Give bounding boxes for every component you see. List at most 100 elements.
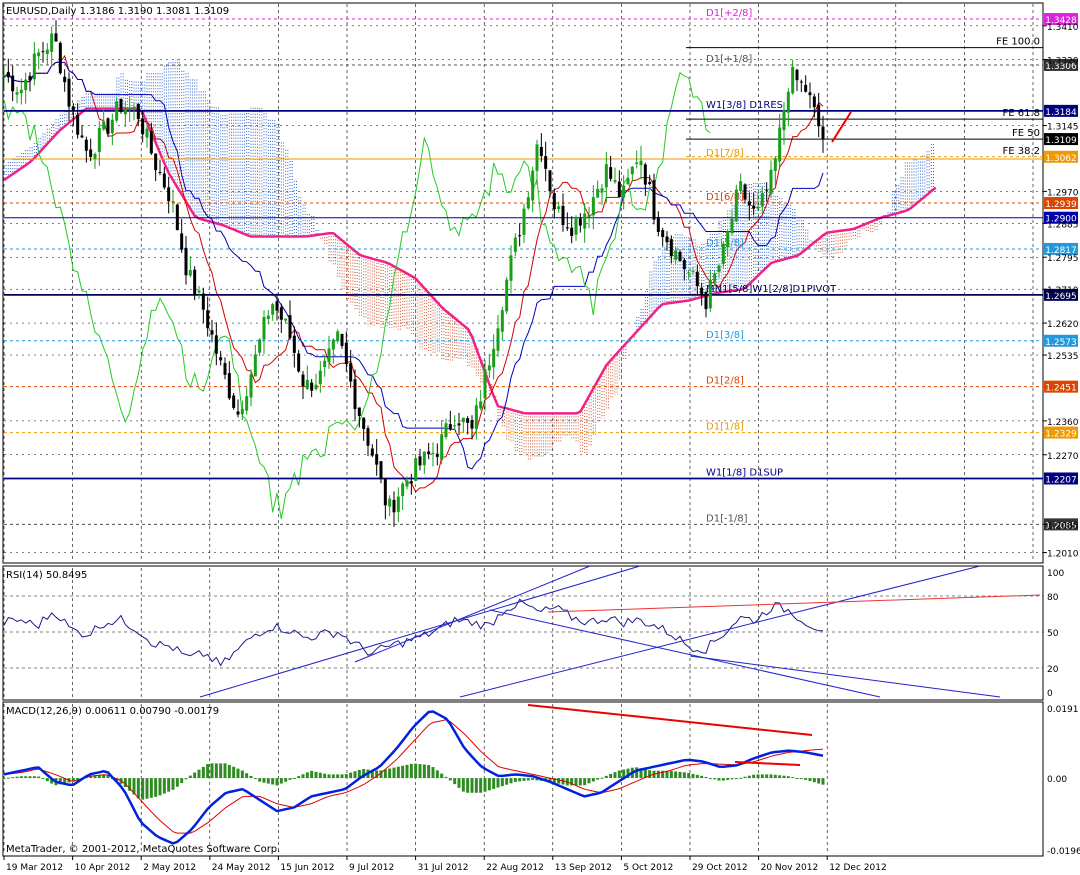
y-tick-label: 1.2970 [1047,188,1079,198]
macd-histogram-bar [453,778,457,785]
y-tick-label: 1.3320 [1047,57,1079,67]
macd-histogram-bar [19,776,23,779]
candle-body [89,149,93,157]
rsi-title: RSI(14) 50.8495 [6,570,87,581]
macd-histogram-bar [45,778,49,782]
candle-body [496,328,500,351]
price-badge-text: 1.3062 [1045,154,1077,164]
price-badge-text: 1.2207 [1045,475,1077,485]
candle-body [435,453,439,457]
macd-histogram-bar [674,771,678,779]
macd-histogram-bar [804,778,808,780]
macd-histogram-bar [487,778,491,791]
candle-body [292,335,296,353]
candle-body [812,96,816,108]
macd-histogram-bar [154,778,158,797]
macd-histogram-bar [2,778,6,780]
x-tick-label: 24 May 2012 [212,863,271,873]
macd-histogram-bar [340,774,344,779]
candle-body [804,84,808,92]
candle-body [587,215,591,218]
candle-body [427,451,431,455]
y-tick-label: 1.2270 [1047,452,1079,462]
macd-histogram-bar [821,778,825,785]
macd-histogram-bar [587,778,591,784]
candle-body [682,260,686,270]
candle-body [271,304,275,315]
main-title: EURUSD,Daily 1.3186 1.3190 1.3081 1.3109 [6,6,229,17]
macd-histogram-bar [730,778,734,780]
x-tick-label: 5 Oct 2012 [623,863,673,873]
candle-body [808,92,812,96]
copyright-text: MetaTrader, © 2001-2012, MetaQuotes Soft… [6,844,280,855]
macd-histogram-bar [11,777,15,779]
macd-histogram-bar [721,778,725,781]
macd-histogram-bar [734,778,738,780]
candle-body [652,180,656,220]
candle-body [487,365,491,371]
macd-histogram-bar [158,778,162,796]
level-label: W1[1/8] D1SUP [706,467,783,478]
macd-histogram-bar [141,778,145,800]
candle-body [756,206,760,209]
macd-histogram-bar [717,778,721,781]
macd-histogram-bar [591,778,595,782]
candle-body [539,146,543,156]
macd-histogram-bar [479,778,483,793]
candle-body [128,107,132,110]
candle-body [370,448,374,456]
candle-body [158,171,162,173]
candle-body [565,227,569,229]
macd-histogram-bar [206,764,210,779]
candle-body [635,162,639,164]
macd-histogram-bar [704,776,708,779]
candle-body [253,354,257,377]
macd-histogram-bar [171,778,175,790]
y-tick-label: 1.2710 [1047,286,1079,296]
candle-body [422,451,426,466]
macd-histogram-bar [310,770,314,779]
macd-histogram-bar [184,778,188,780]
macd-histogram-bar [466,778,470,793]
candle-body [171,201,175,203]
price-badge-text: 1.3109 [1045,136,1077,146]
candle-body [2,74,6,76]
candle-body [245,396,249,411]
candle-body [353,379,357,410]
macd-histogram-bar [635,767,639,779]
level-label: D1[7/8] [706,148,744,159]
candle-body [314,384,318,390]
candle-body [795,69,799,81]
candle-body [700,287,704,296]
macd-histogram-bar [193,772,197,779]
level-label: D1[6/8] [706,192,744,203]
candle-body [119,98,123,112]
macd-histogram-bar [24,776,28,779]
candle-body [600,188,604,193]
candle-body [509,255,513,281]
candle-body [622,185,626,198]
candle-body [444,423,448,438]
macd-histogram-bar [396,766,400,779]
macd-histogram-bar [266,778,270,784]
candle-body [401,483,405,497]
macd-histogram-bar [167,778,171,792]
macd-histogram-bar [509,778,513,784]
candle-body [310,382,314,391]
candle-body [136,103,140,120]
macd-histogram-bar [236,768,240,779]
macd-histogram-bar [786,776,790,779]
macd-histogram-bar [678,771,682,779]
candle-body [41,51,45,53]
x-tick-label: 20 Nov 2012 [761,863,819,873]
candle-body [522,208,526,235]
candle-body [262,316,266,340]
candle-body [180,233,184,250]
candle-body [769,169,773,194]
macd-histogram-bar [596,778,600,780]
candle-body [513,237,517,252]
macd-histogram-bar [262,778,266,783]
candle-body [45,49,49,55]
x-tick-label: 9 Jul 2012 [349,863,394,873]
macd-histogram-bar [349,772,353,779]
